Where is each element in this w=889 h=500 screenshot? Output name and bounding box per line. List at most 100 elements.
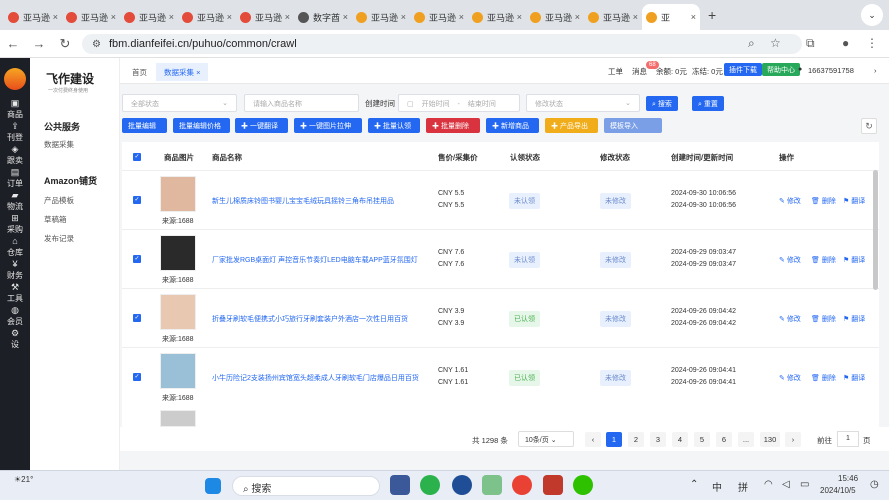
app-icon[interactable] [543, 475, 563, 495]
sidebar-item[interactable]: ▰ 物流 [0, 190, 30, 213]
delete-button[interactable]: 🗑 删除 [811, 373, 836, 383]
help-center-button[interactable]: 帮助中心 [762, 63, 800, 76]
close-icon[interactable]: × [575, 12, 580, 22]
ime-mode[interactable]: 中 [712, 479, 722, 494]
page-number[interactable]: ... [738, 432, 754, 447]
sidebar-item[interactable]: ⚙ 设 [0, 328, 30, 351]
app-icon[interactable] [452, 475, 472, 495]
page-number[interactable]: 130 [760, 432, 780, 447]
app-icon[interactable] [482, 475, 502, 495]
close-icon[interactable]: × [517, 12, 522, 22]
browser-tab[interactable]: 亚马逊 × [178, 4, 236, 30]
app-icon[interactable] [390, 475, 410, 495]
action-button[interactable]: ✚ 批量删除 [426, 118, 480, 133]
close-icon[interactable]: × [111, 12, 116, 22]
sidebar-item[interactable]: ⇪ 刊登 [0, 121, 30, 144]
page-number[interactable]: 1 [606, 432, 622, 447]
product-name-link[interactable]: 厂家批发RGB桌面灯 声控音乐节奏灯LED电脑车载APP蓝牙氛围灯 [212, 255, 418, 265]
profile-icon[interactable]: ● [842, 36, 849, 50]
expand-icon[interactable]: › [874, 66, 877, 75]
close-icon[interactable]: × [343, 12, 348, 22]
translate-button[interactable]: ⚑ 翻译 [843, 196, 865, 206]
plugin-download-button[interactable]: 插件下载 [724, 63, 762, 76]
action-button[interactable]: ✚ 产品导出 [545, 118, 598, 133]
clock-date[interactable]: 2024/10/5 [820, 486, 856, 495]
message-link[interactable]: 消息 [632, 66, 647, 77]
edit-button[interactable]: ✎ 修改 [779, 314, 801, 324]
close-tab-icon[interactable]: × [196, 68, 200, 77]
page-number[interactable]: 6 [716, 432, 732, 447]
close-icon[interactable]: × [169, 12, 174, 22]
reset-button[interactable]: ⌕ 重置 [692, 96, 724, 111]
menu-item-publish-log[interactable]: 发布记录 [44, 233, 119, 244]
browser-tab[interactable]: 亚马逊 × [410, 4, 468, 30]
status-select[interactable]: 全部状态 ⌄ [122, 94, 237, 112]
notification-icon[interactable]: ◷ [870, 479, 879, 490]
close-icon[interactable]: × [691, 12, 696, 22]
date-range-input[interactable]: ▢ 开始时间 - 结束时间 [398, 94, 520, 112]
action-button[interactable]: ✚ 新增商品 [486, 118, 539, 133]
action-button[interactable]: ✚ 一键翻译 [235, 118, 288, 133]
weather-widget[interactable]: ☀21° [14, 475, 33, 484]
translate-button[interactable]: ⚑ 翻译 [843, 314, 865, 324]
sidebar-item[interactable]: ⌂ 仓库 [0, 236, 30, 259]
menu-item-drafts[interactable]: 草稿箱 [44, 214, 119, 225]
delete-button[interactable]: 🗑 删除 [811, 196, 836, 206]
menu-item-data-collect[interactable]: 数据采集 [44, 139, 119, 150]
browser-tab[interactable]: 亚马逊 × [4, 4, 62, 30]
prev-page-icon[interactable]: ‹ [585, 432, 601, 447]
close-icon[interactable]: × [633, 12, 638, 22]
menu-item-template[interactable]: 产品模板 [44, 195, 119, 206]
delete-button[interactable]: 🗑 删除 [811, 255, 836, 265]
page-number[interactable]: 3 [650, 432, 666, 447]
action-button[interactable]: 模板导入 [604, 118, 662, 133]
app-icon[interactable] [420, 475, 440, 495]
search-button[interactable]: ⌕ 搜索 [646, 96, 678, 111]
select-all-checkbox[interactable]: ✓ [133, 153, 141, 161]
sidebar-item[interactable]: ◈ 跟卖 [0, 144, 30, 167]
sidebar-item[interactable]: ⚒ 工具 [0, 282, 30, 305]
volume-icon[interactable]: ◁ [782, 479, 790, 490]
page-number[interactable]: 2 [628, 432, 644, 447]
extensions-icon[interactable]: ⧉ [806, 36, 815, 51]
tab-data-collect[interactable]: 数据采集 × [156, 63, 209, 81]
user-icon[interactable]: ● [798, 66, 802, 73]
tab-home[interactable]: 首页 [124, 63, 155, 81]
close-icon[interactable]: × [459, 12, 464, 22]
refresh-icon[interactable]: ↻ [861, 118, 877, 134]
browser-tab[interactable]: 亚 × [642, 4, 700, 30]
next-page-icon[interactable]: › [785, 432, 801, 447]
chrome-icon[interactable] [512, 475, 532, 495]
browser-tab[interactable]: 亚马逊 × [62, 4, 120, 30]
browser-tab[interactable]: 亚马逊 × [526, 4, 584, 30]
new-tab-icon[interactable]: + [708, 7, 716, 23]
browser-tab[interactable]: 亚马逊 × [352, 4, 410, 30]
product-name-link[interactable]: 新生儿棉质床铃图书婴儿宝宝毛绒玩具摇铃三角布吊挂用品 [212, 196, 394, 206]
url-field[interactable]: ⚙ fbm.dianfeifei.cn/puhuo/common/crawl [82, 34, 802, 54]
row-checkbox[interactable]: ✓ [133, 314, 141, 322]
product-name-link[interactable]: 小牛历险记2支装扬州宾馆宽头超柔成人牙刷软毛门店爆品日用百货 [212, 373, 419, 383]
sidebar-item[interactable]: ◍ 会员 [0, 305, 30, 328]
edit-button[interactable]: ✎ 修改 [779, 373, 801, 383]
browser-tab[interactable]: 亚马逊 × [236, 4, 294, 30]
row-checkbox[interactable]: ✓ [133, 373, 141, 381]
translate-button[interactable]: ⚑ 翻译 [843, 255, 865, 265]
tab-search-icon[interactable]: ⌄ [861, 4, 883, 26]
browser-tab[interactable]: 数字酋 × [294, 4, 352, 30]
wechat-icon[interactable] [573, 475, 593, 495]
browser-tab[interactable]: 亚马逊 × [584, 4, 642, 30]
forward-icon[interactable]: → [26, 36, 52, 51]
action-button[interactable]: ✚ 一键图片拉伸 [294, 118, 362, 133]
tray-icon[interactable]: ⌃ [690, 479, 698, 490]
delete-button[interactable]: 🗑 删除 [811, 314, 836, 324]
page-number[interactable]: 4 [672, 432, 688, 447]
back-icon[interactable]: ← [0, 36, 26, 51]
taskbar-search[interactable]: ⌕ 搜索 [232, 476, 380, 496]
row-checkbox[interactable]: ✓ [133, 196, 141, 204]
goto-page-input[interactable]: 1 [837, 431, 859, 447]
sidebar-item[interactable]: ▣ 商品 [0, 98, 30, 121]
clock-time[interactable]: 15:46 [838, 474, 858, 483]
row-checkbox[interactable]: ✓ [133, 255, 141, 263]
browser-tab[interactable]: 亚马逊 × [120, 4, 178, 30]
reload-icon[interactable]: ↻ [52, 36, 78, 52]
